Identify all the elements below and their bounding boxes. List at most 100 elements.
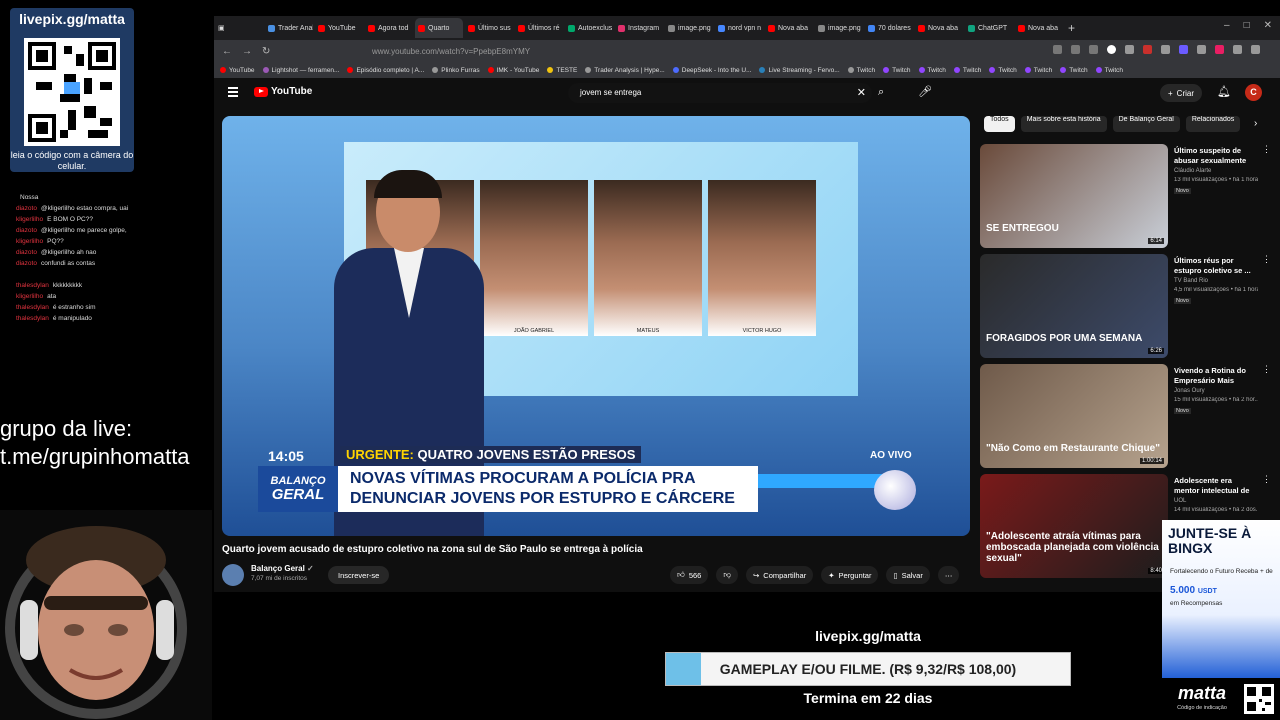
reload-icon[interactable]: ↻ — [262, 46, 282, 57]
filter-chip[interactable]: Mais sobre esta história — [1020, 116, 1107, 132]
menu-icon[interactable] — [228, 87, 238, 99]
ask-button[interactable]: ✦ Perguntar — [821, 566, 879, 584]
bookmark-item[interactable]: Episódio completo | A... — [347, 67, 424, 74]
browser-tab[interactable]: Autoexclus — [565, 18, 613, 38]
bookmark-item[interactable]: DeepSeek - Into the U... — [672, 67, 751, 74]
video-title[interactable]: Últimos réus por estupro coletivo se ... — [1174, 256, 1252, 276]
channel-name[interactable]: Jonas Oury — [1174, 388, 1205, 394]
bookmark-item[interactable]: TESTE — [547, 67, 577, 74]
browser-tab[interactable]: Últimos ré — [515, 18, 563, 38]
bookmark-item[interactable]: Plinko Furras — [432, 67, 480, 74]
browser-tab[interactable]: Nova aba — [765, 18, 813, 38]
browser-tab[interactable]: Agora tod — [365, 18, 413, 38]
more-options-icon[interactable]: ⋮ — [1262, 474, 1271, 485]
bookmark-item[interactable]: Twitch — [953, 67, 981, 74]
bookmark-item[interactable]: Twitch — [918, 67, 946, 74]
recommended-video[interactable]: "Não Como em Restaurante Chique" 1:00:14 V… — [980, 364, 1271, 470]
close-icon[interactable]: ✕ — [1264, 20, 1272, 31]
browser-tab[interactable]: Nova aba — [1015, 18, 1063, 38]
extension-icon[interactable] — [1197, 45, 1206, 54]
video-title[interactable]: Último suspeito de abusar sexualmente d.… — [1174, 146, 1252, 166]
extension-icon[interactable] — [1125, 45, 1134, 54]
extension-icon[interactable] — [1161, 45, 1170, 54]
recommended-video[interactable]: FORAGIDOS POR UMA SEMANA 6:26 Últimos réus… — [980, 254, 1271, 360]
url-field[interactable]: www.youtube.com/watch?v=PpebpE8mYMY — [372, 47, 530, 56]
video-thumbnail[interactable]: FORAGIDOS POR UMA SEMANA 6:26 — [980, 254, 1168, 358]
video-thumbnail[interactable]: "Adolescente atraía vítimas para embosca… — [980, 474, 1168, 578]
microphone-icon[interactable]: 🎤︎ — [918, 85, 932, 98]
pip-icon[interactable] — [1071, 45, 1080, 54]
dislike-button[interactable]: 👎︎ — [716, 566, 738, 584]
filter-chip[interactable]: De Balanço Geral — [1112, 116, 1180, 132]
search-input[interactable]: jovem se entrega ✕ — [568, 83, 872, 103]
channel-avatar[interactable] — [222, 564, 244, 586]
more-options-icon[interactable]: ⋮ — [1262, 364, 1271, 375]
create-button[interactable]: + Criar — [1160, 84, 1203, 102]
browser-tab[interactable]: Nova aba — [915, 18, 963, 38]
clear-search-icon[interactable]: ✕ — [857, 86, 866, 99]
extension-icon[interactable] — [1233, 45, 1242, 54]
tab-search-icon[interactable]: ▣ — [215, 18, 263, 38]
save-button[interactable]: ▯ Salvar — [886, 566, 930, 584]
notifications-bell-icon[interactable]: 🔔︎ — [1217, 85, 1231, 98]
bookmark-item[interactable]: Twitch — [989, 67, 1017, 74]
video-title[interactable]: Vivendo a Rotina do Empresário Mais Rico… — [1174, 366, 1252, 386]
bookmark-item[interactable]: Twitch — [1060, 67, 1088, 74]
extension-icon[interactable] — [1107, 45, 1116, 54]
browser-tab[interactable]: YouTube — [315, 18, 363, 38]
recommended-video[interactable]: SE ENTREGOU 6:14 Último suspeito de abusar… — [980, 144, 1271, 250]
bookmark-item[interactable]: Trader Analysis | Hype... — [585, 67, 665, 74]
more-options-icon[interactable]: ⋮ — [1262, 144, 1271, 155]
more-actions-button[interactable]: ⋯ — [937, 566, 960, 584]
browser-tab[interactable]: Instagram — [615, 18, 663, 38]
browser-tab[interactable]: nord vpn n — [715, 18, 763, 38]
star-icon[interactable] — [1089, 45, 1098, 54]
search-icon[interactable]: ⌕ — [878, 86, 884, 99]
extension-icon[interactable] — [1143, 45, 1152, 54]
filter-chip[interactable]: Relacionados — [1185, 116, 1241, 132]
maximize-icon[interactable]: □ — [1244, 20, 1250, 31]
extension-icon[interactable] — [1215, 45, 1224, 54]
chevron-right-icon[interactable]: › — [1254, 118, 1257, 129]
browser-tab[interactable]: Último sus — [465, 18, 513, 38]
channel-name[interactable]: UOL — [1174, 498, 1186, 504]
browser-tab[interactable]: image.png (im — [815, 18, 863, 38]
minimize-icon[interactable]: – — [1224, 20, 1230, 31]
youtube-logo[interactable]: YouTube — [254, 86, 312, 97]
browser-tab[interactable]: ChatGPT — [965, 18, 1013, 38]
tab-favicon-icon — [568, 24, 575, 32]
bookmark-item[interactable]: Twitch — [1095, 67, 1123, 74]
video-thumbnail[interactable]: "Não Como em Restaurante Chique" 1:00:14 — [980, 364, 1168, 468]
mugshot-name: MATEUS — [636, 328, 660, 334]
video-player[interactable]: JOÃO GABRIEL MATEUS VICTOR HUGO 14:05 URGE… — [222, 116, 970, 536]
extension-icon[interactable] — [1179, 45, 1188, 54]
channel-name[interactable]: Cláudio Alarte — [1174, 168, 1211, 174]
browser-tab[interactable]: Trader Analysis — [265, 18, 313, 38]
chat-message: diazoto confundi as contas — [16, 258, 128, 269]
forward-icon[interactable]: → — [242, 46, 262, 57]
screenshot-icon[interactable] — [1053, 45, 1062, 54]
browser-tab[interactable]: Quarto — [415, 18, 463, 38]
video-thumbnail[interactable]: SE ENTREGOU 6:14 — [980, 144, 1168, 248]
extension-icon[interactable] — [1251, 45, 1260, 54]
like-button[interactable]: 👍︎ 566 — [670, 566, 709, 584]
bookmark-item[interactable]: Twitch — [1024, 67, 1052, 74]
filter-chip[interactable]: Todos — [984, 116, 1015, 132]
account-avatar[interactable]: C — [1245, 84, 1262, 101]
browser-tab[interactable]: image.png (im — [665, 18, 713, 38]
bookmark-item[interactable]: Twitch — [883, 67, 911, 74]
channel-name[interactable]: TV Band Rio — [1174, 278, 1208, 284]
back-icon[interactable]: ← — [222, 46, 242, 57]
subscribe-button[interactable]: Inscrever-se — [328, 566, 390, 584]
bookmark-item[interactable]: Live Streaming - Fervo... — [759, 67, 840, 74]
bookmark-item[interactable]: Twitch — [847, 67, 875, 74]
bookmark-item[interactable]: Lightshot — ferramen... — [262, 67, 339, 74]
bookmark-item[interactable]: YouTube — [220, 67, 255, 74]
share-button[interactable]: ↪ Compartilhar — [745, 566, 814, 584]
new-tab-icon[interactable]: + — [1068, 21, 1075, 35]
video-title[interactable]: Adolescente era mentor intelectual de es… — [1174, 476, 1252, 496]
bookmark-item[interactable]: IMK - YouTube — [487, 67, 539, 74]
more-options-icon[interactable]: ⋮ — [1262, 254, 1271, 265]
browser-tab[interactable]: 70 dolares — [865, 18, 913, 38]
channel-name[interactable]: Balanço Geral ✓ — [251, 564, 314, 573]
